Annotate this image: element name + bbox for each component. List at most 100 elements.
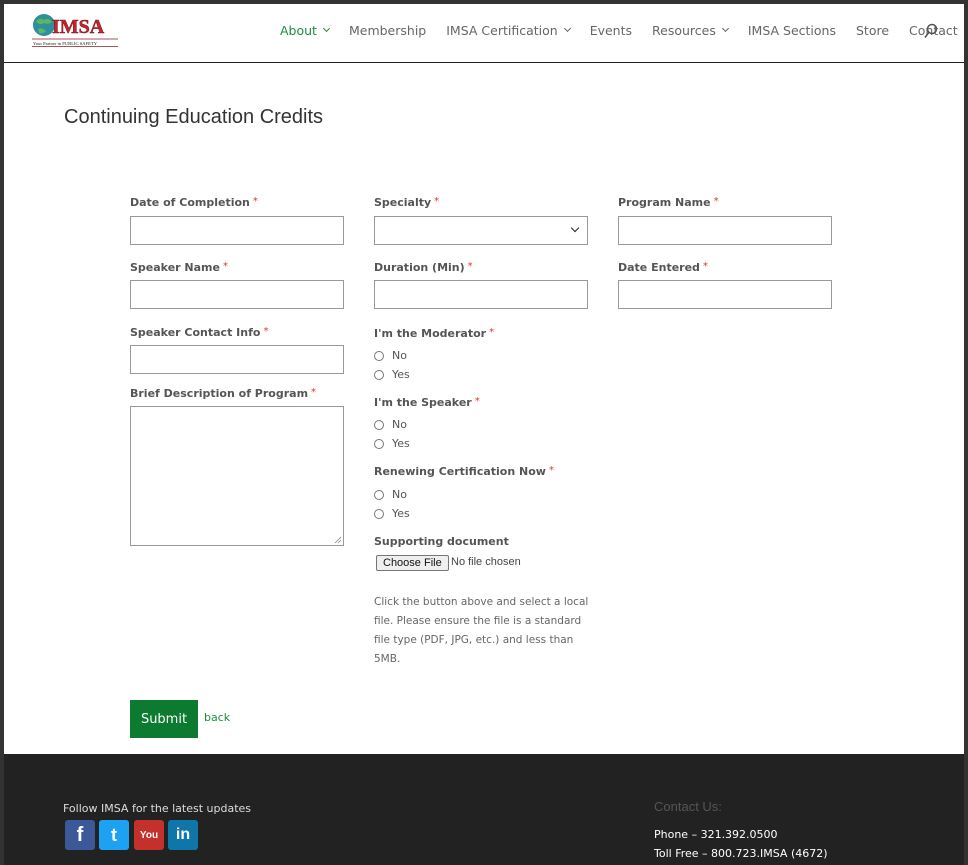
radio-button[interactable]	[374, 508, 384, 519]
nav-resources-label: Resources	[652, 22, 716, 38]
nav-events[interactable]: Events	[590, 23, 632, 38]
speaker-role-label-text: I'm the Speaker	[374, 396, 472, 409]
required-mark: *	[434, 196, 440, 207]
nav-imsa-certification-label: IMSA Certification	[446, 22, 558, 38]
moderator-label: I'm the Moderator *	[374, 327, 494, 340]
renewing-no-label: No	[392, 488, 407, 501]
duration-label-text: Duration (Min)	[374, 261, 465, 274]
radio-button[interactable]	[374, 438, 384, 449]
chevron-down-icon	[721, 24, 729, 33]
duration-input[interactable]	[374, 280, 588, 309]
description-label-text: Brief Description of Program	[130, 387, 309, 400]
back-link[interactable]: back	[204, 711, 230, 724]
renewing-label-text: Renewing Certification Now	[374, 465, 546, 478]
svg-text:IMSA: IMSA	[52, 16, 105, 38]
chevron-down-icon	[563, 24, 571, 33]
speaker-contact-input[interactable]	[130, 345, 344, 374]
contact-title: Contact Us:	[654, 799, 722, 814]
radio-button[interactable]	[374, 350, 384, 361]
date-entered-label: Date Entered *	[618, 261, 708, 274]
date-entered-label-text: Date Entered	[618, 261, 700, 274]
linkedin-glyph: in	[175, 826, 191, 843]
facebook-icon[interactable]: f	[65, 820, 95, 850]
required-mark: *	[252, 196, 258, 207]
phone-text: Phone – 321.392.0500	[654, 828, 778, 841]
renewing-no-option[interactable]: No	[374, 488, 407, 501]
date-entered-input[interactable]	[618, 280, 832, 309]
specialty-select[interactable]	[374, 216, 588, 245]
speaker-contact-label: Speaker Contact Info *	[130, 326, 268, 339]
moderator-yes-option[interactable]: Yes	[374, 368, 410, 381]
radio-button[interactable]	[374, 489, 384, 500]
submit-button[interactable]: Submit	[130, 700, 198, 738]
linkedin-icon[interactable]: in	[168, 820, 198, 850]
nav-about[interactable]: About	[280, 22, 331, 38]
resize-grip-icon[interactable]	[334, 536, 342, 544]
nav-resources[interactable]: Resources	[652, 22, 729, 38]
search-icon[interactable]	[924, 23, 938, 39]
duration-label: Duration (Min) *	[374, 261, 473, 274]
moderator-no-label: No	[392, 349, 407, 362]
follow-text: Follow IMSA for the latest updates	[63, 802, 252, 815]
speaker-yes-label: Yes	[392, 437, 410, 450]
youtube-icon[interactable]: You	[134, 820, 164, 850]
required-mark: *	[263, 326, 269, 337]
file-status-text: No file chosen	[451, 556, 521, 568]
required-mark: *	[467, 261, 473, 272]
speaker-name-label-text: Speaker Name	[130, 261, 220, 274]
required-mark: *	[222, 261, 228, 272]
choose-file-button[interactable]: Choose File	[376, 555, 449, 571]
imsa-logo[interactable]: IMSA Your Partner in PUBLIC SAFETY	[30, 11, 120, 47]
required-mark: *	[548, 465, 554, 476]
nav-events-label: Events	[589, 22, 633, 38]
specialty-label-text: Specialty	[374, 196, 432, 209]
file-help-text: Click the button above and select a loca…	[374, 596, 589, 665]
twitter-icon[interactable]: t	[99, 820, 129, 850]
date-of-completion-label: Date of Completion *	[130, 196, 258, 209]
program-name-label-text: Program Name	[618, 196, 711, 209]
nav-store[interactable]: Store	[856, 23, 889, 38]
nav-membership-label: Membership	[348, 22, 427, 38]
renewing-label: Renewing Certification Now *	[374, 465, 554, 478]
speaker-role-label: I'm the Speaker *	[374, 396, 480, 409]
twitter-glyph: t	[111, 824, 117, 845]
facebook-glyph: f	[76, 823, 84, 846]
required-mark: *	[474, 396, 480, 407]
page: IMSA Your Partner in PUBLIC SAFETY About…	[4, 4, 964, 865]
page-title: Continuing Education Credits	[64, 106, 324, 128]
site-footer: Follow IMSA for the latest updates f t Y…	[4, 754, 964, 865]
site-header: IMSA Your Partner in PUBLIC SAFETY About…	[4, 4, 964, 63]
chevron-down-icon	[322, 24, 331, 33]
moderator-yes-label: Yes	[392, 368, 410, 381]
speaker-no-label: No	[392, 418, 407, 431]
nav-imsa-sections-label: IMSA Sections	[747, 22, 836, 38]
renewing-yes-label: Yes	[392, 507, 410, 520]
speaker-name-input[interactable]	[130, 280, 344, 309]
description-textarea[interactable]	[130, 406, 344, 546]
supporting-document-label: Supporting document	[374, 535, 509, 548]
youtube-glyph: You	[139, 829, 159, 841]
toll-free-text: Toll Free – 800.723.IMSA (4672)	[654, 847, 828, 860]
description-label: Brief Description of Program *	[130, 387, 316, 400]
radio-button[interactable]	[374, 369, 384, 380]
nav-imsa-sections[interactable]: IMSA Sections	[748, 23, 836, 38]
nav-membership[interactable]: Membership	[349, 23, 426, 38]
program-name-input[interactable]	[618, 216, 832, 245]
svg-text:Your Partner in PUBLIC SAFETY: Your Partner in PUBLIC SAFETY	[33, 41, 98, 46]
speaker-name-label: Speaker Name *	[130, 261, 228, 274]
nav-imsa-certification[interactable]: IMSA Certification	[446, 22, 571, 38]
speaker-no-option[interactable]: No	[374, 418, 407, 431]
date-of-completion-label-text: Date of Completion	[130, 196, 250, 209]
radio-button[interactable]	[374, 419, 384, 430]
date-of-completion-input[interactable]	[130, 216, 344, 245]
moderator-no-option[interactable]: No	[374, 349, 407, 362]
renewing-yes-option[interactable]: Yes	[374, 507, 410, 520]
speaker-yes-option[interactable]: Yes	[374, 437, 410, 450]
required-mark: *	[713, 196, 719, 207]
nav-about-label: About	[280, 22, 317, 38]
chevron-down-icon	[570, 223, 580, 233]
required-mark: *	[489, 327, 495, 338]
main-nav: About Membership IMSA Certification Even…	[280, 4, 964, 56]
specialty-label: Specialty *	[374, 196, 439, 209]
required-mark: *	[702, 261, 708, 272]
